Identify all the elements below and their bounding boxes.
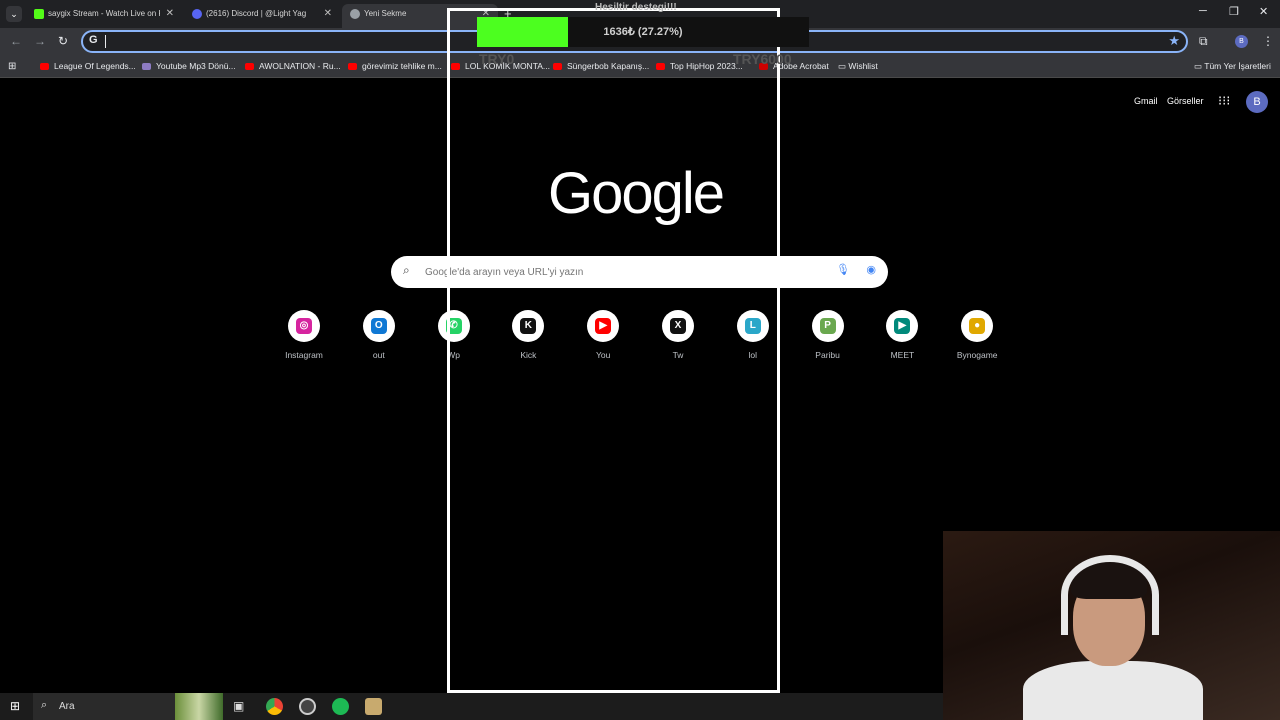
text-caret	[105, 35, 106, 48]
tab-search-button[interactable]: ⌄	[6, 6, 22, 22]
restore-icon[interactable]: ❐	[1229, 5, 1239, 18]
webcam-person-shirt	[1023, 661, 1203, 720]
microphone-icon[interactable]: 🎙	[836, 263, 850, 276]
bookmark-item[interactable]: League Of Legends...	[40, 61, 136, 71]
donation-goal-title: Hesiltir destegi!!!	[595, 2, 677, 13]
bookmark-item[interactable]: Youtube Mp3 Dönü...	[142, 61, 236, 71]
profile-avatar[interactable]: B	[1235, 35, 1248, 48]
search-highlight-image	[175, 693, 223, 720]
close-window-icon[interactable]: ✕	[1259, 5, 1268, 18]
chrome-favicon-icon	[350, 9, 360, 19]
folder-icon: ▭	[838, 61, 849, 71]
tab-close-icon[interactable]: ✕	[166, 4, 174, 24]
task-view-icon[interactable]: ▣	[233, 699, 244, 713]
tab-close-icon[interactable]: ✕	[324, 4, 332, 24]
shortcut-icon-circle: ●	[961, 310, 994, 342]
bookmark-item[interactable]: AWOLNATION - Ru...	[245, 61, 341, 71]
bookmark-folder[interactable]: ▭ Wishlist	[838, 61, 878, 72]
shortcut-tile[interactable]: ▶ MEET	[872, 310, 932, 360]
shortcut-icon-circle: ▶	[886, 310, 919, 342]
shortcut-favicon-icon: O	[370, 318, 387, 334]
converter-icon	[142, 63, 151, 70]
google-lens-icon[interactable]: ◉	[866, 263, 876, 276]
donation-goal-amount: 1636₺ (27.27%)	[603, 26, 683, 38]
all-bookmarks-folder[interactable]: ▭ Tüm Yer İşaretleri	[1194, 61, 1271, 72]
tab-title: saygix Stream - Watch Live on Kick	[48, 9, 160, 18]
shortcut-tile[interactable]: Oout	[349, 310, 409, 360]
search-icon: ⌕	[403, 263, 410, 277]
search-icon: ⌕	[41, 699, 48, 711]
google-g-icon: G	[89, 34, 98, 46]
shortcut-favicon-icon: P	[819, 318, 836, 334]
windows-taskbar: ⊞ ⌕ Ara ▣	[0, 693, 943, 720]
shortcut-label: Instagram	[285, 350, 323, 360]
shortcut-label: MEET	[890, 350, 915, 360]
tab-kick[interactable]: saygix Stream - Watch Live on Kick ✕	[26, 4, 182, 28]
shortcut-tile[interactable]: ◎ Instagram	[274, 310, 334, 360]
images-link[interactable]: Görseller	[1167, 96, 1204, 106]
obs-icon[interactable]	[299, 698, 316, 715]
shortcut-tile[interactable]: ● Bynogame	[947, 310, 1007, 360]
forward-icon[interactable]: →	[34, 34, 46, 48]
taskbar-search[interactable]: ⌕ Ara	[33, 693, 223, 720]
bookmark-star-icon[interactable]: ★	[1168, 33, 1180, 49]
youtube-icon	[245, 63, 254, 70]
reload-icon[interactable]: ↻	[58, 34, 68, 48]
shortcut-favicon-icon: ▶	[894, 318, 911, 334]
bookmark-item[interactable]: görevimiz tehlike m...	[348, 61, 442, 71]
taskbar-search-label: Ara	[59, 701, 75, 712]
menu-kebab-icon[interactable]: ⋮	[1262, 34, 1274, 48]
shortcut-favicon-icon: ●	[969, 318, 986, 334]
shortcut-label: Bynogame	[956, 350, 998, 360]
shortcut-icon-circle: P	[811, 310, 844, 342]
gmail-link[interactable]: Gmail	[1134, 96, 1158, 106]
apps-grid-icon[interactable]: ⊞	[8, 61, 16, 72]
shortcut-label: out	[372, 350, 385, 360]
shortcut-label: Paribu	[815, 350, 840, 360]
league-client-icon[interactable]	[365, 698, 382, 715]
apps-grid-icon[interactable]: ⁝⁝⁝	[1218, 93, 1230, 109]
donation-goal-min: TRY0	[479, 51, 515, 67]
windows-start-icon[interactable]: ⊞	[10, 699, 20, 713]
spotify-icon[interactable]	[332, 698, 349, 715]
donation-goal-max: TRY6000	[733, 51, 792, 67]
tab-title: (2616) Discord | @Light Yag	[206, 9, 307, 18]
shortcut-icon-circle: O	[362, 310, 395, 342]
shortcut-favicon-icon: ◎	[296, 318, 312, 334]
shortcut-icon-circle: ◎	[288, 310, 320, 342]
shortcut-tile[interactable]: P Paribu	[798, 310, 858, 360]
youtube-icon	[348, 63, 357, 70]
minimize-icon[interactable]: ─	[1199, 5, 1207, 17]
stream-overlay-frame	[447, 8, 780, 693]
account-avatar[interactable]: B	[1246, 91, 1268, 113]
kick-favicon-icon	[34, 9, 44, 19]
donation-goal-bar: 1636₺ (27.27%)	[477, 17, 809, 47]
youtube-icon	[40, 63, 49, 70]
webcam-feed	[943, 531, 1280, 720]
chrome-icon[interactable]	[266, 698, 283, 715]
back-icon[interactable]: ←	[10, 34, 22, 48]
headphones-icon	[1061, 555, 1159, 635]
folder-icon: ▭	[1194, 61, 1205, 71]
tab-discord[interactable]: (2616) Discord | @Light Yag ✕	[184, 4, 340, 28]
extensions-icon[interactable]: ⧉	[1199, 34, 1208, 49]
discord-favicon-icon	[192, 9, 202, 19]
